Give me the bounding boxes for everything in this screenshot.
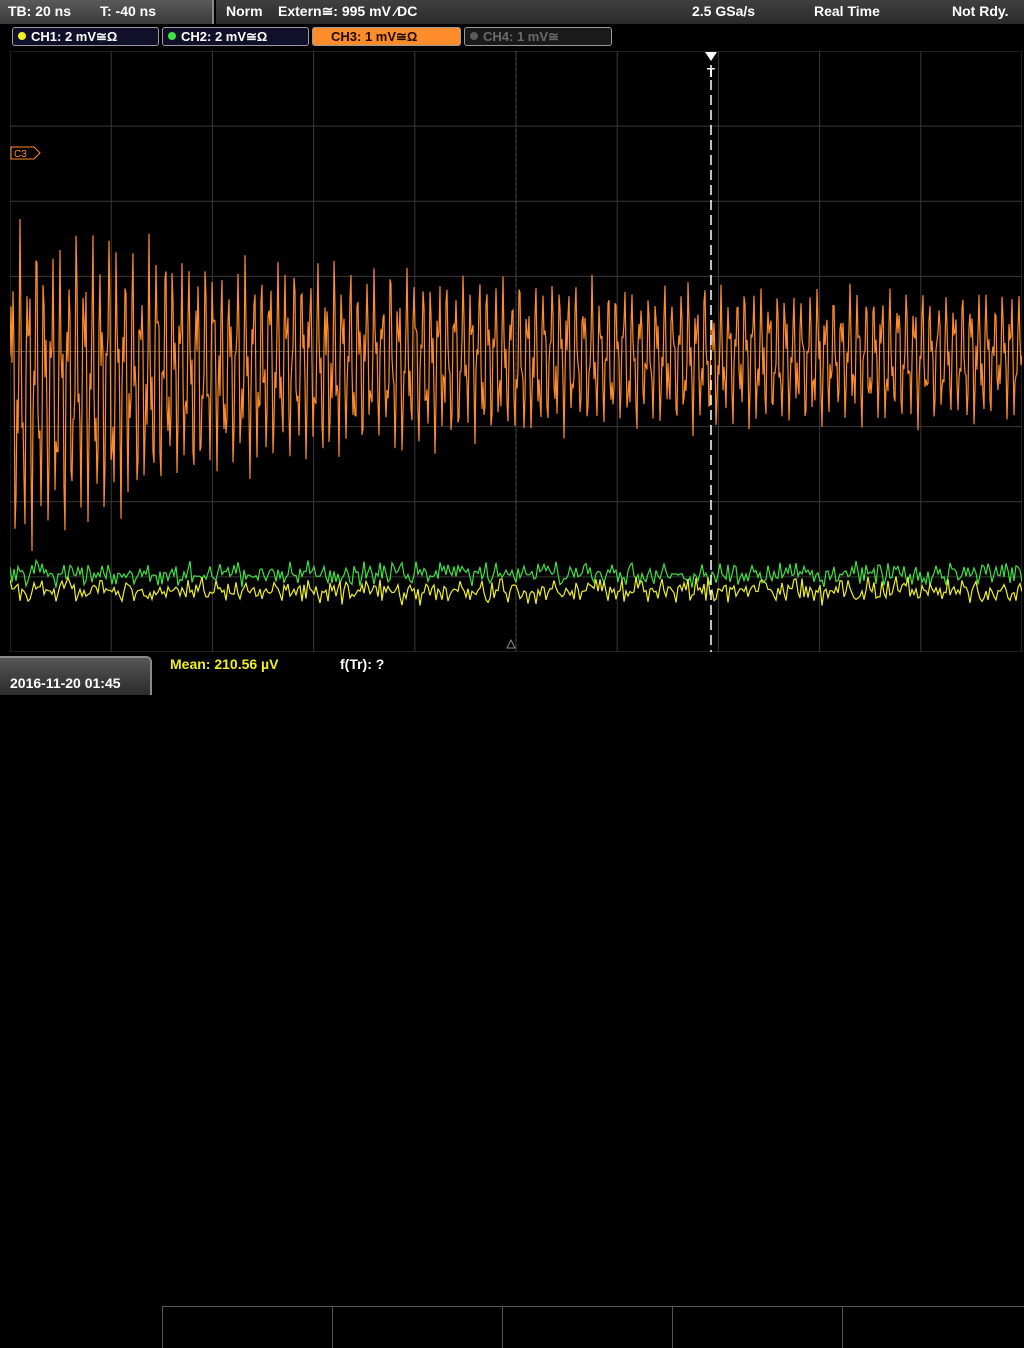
channel-3-button[interactable]: CH3: 1 mV≅Ω xyxy=(312,27,461,46)
mean-measurement: Mean: 210.56 µV xyxy=(170,656,279,672)
horizontal-center-icon xyxy=(506,638,516,649)
trigger-source-label: Extern≅: 995 mV ⁄DC xyxy=(278,3,418,19)
datetime-label: 2016-11-20 01:45 xyxy=(10,675,121,691)
waveform-canvas: T C3 xyxy=(10,51,1022,652)
channel-2-button[interactable]: CH2: 2 mV≅Ω xyxy=(162,27,309,46)
channel-1-dot-icon xyxy=(18,32,26,40)
measurement-cell[interactable] xyxy=(502,1306,672,1348)
channel-3-dot-icon xyxy=(318,32,326,40)
trigger-mode-label: Norm xyxy=(226,3,263,19)
channel-3-label: CH3: 1 mV≅Ω xyxy=(331,29,418,44)
trigger-status-panel[interactable]: Norm Extern≅: 995 mV ⁄DC 2.5 GSa/s Real … xyxy=(216,0,1024,24)
acquisition-mode-label: Real Time xyxy=(814,3,880,19)
datetime-panel: 2016-11-20 01:45 xyxy=(0,656,152,695)
channel-2-dot-icon xyxy=(168,32,176,40)
channel-1-label: CH1: 2 mV≅Ω xyxy=(31,29,118,44)
timebase-panel[interactable]: TB: 20 ns T: -40 ns xyxy=(0,0,214,24)
trigger-marker: T xyxy=(707,65,715,80)
top-status-bar: TB: 20 ns T: -40 ns Norm Extern≅: 995 mV… xyxy=(0,0,1024,24)
acquisition-status-label: Not Rdy. xyxy=(952,3,1009,19)
measurement-cells xyxy=(162,1306,1024,1348)
channel-2-label: CH2: 2 mV≅Ω xyxy=(181,29,268,44)
channel-bar: CH1: 2 mV≅Ω CH2: 2 mV≅Ω CH3: 1 mV≅Ω CH4:… xyxy=(0,26,1024,48)
measurement-cell[interactable] xyxy=(672,1306,842,1348)
graticule xyxy=(10,51,1022,652)
channel-1-button[interactable]: CH1: 2 mV≅Ω xyxy=(12,27,159,46)
channel-4-button[interactable]: CH4: 1 mV≅ xyxy=(464,27,612,46)
frequency-measurement: f(Tr): ? xyxy=(340,656,385,672)
measurement-cell[interactable] xyxy=(842,1306,1024,1348)
channel-3-marker-label: C3 xyxy=(14,149,27,160)
timebase-label: TB: 20 ns xyxy=(8,3,72,19)
trigger-time-label: T: -40 ns xyxy=(100,3,157,19)
measurement-cell[interactable] xyxy=(332,1306,502,1348)
measurement-bar xyxy=(0,653,1024,1348)
measurement-cell[interactable] xyxy=(162,1306,332,1348)
sample-rate-label: 2.5 GSa/s xyxy=(692,3,756,19)
waveform-display[interactable]: T C3 xyxy=(10,51,1022,652)
trigger-arrow-icon[interactable] xyxy=(705,52,717,61)
channel-3-marker[interactable]: C3 xyxy=(10,146,41,160)
channel-4-label: CH4: 1 mV≅ xyxy=(483,29,559,44)
channel-4-dot-icon xyxy=(470,32,478,40)
